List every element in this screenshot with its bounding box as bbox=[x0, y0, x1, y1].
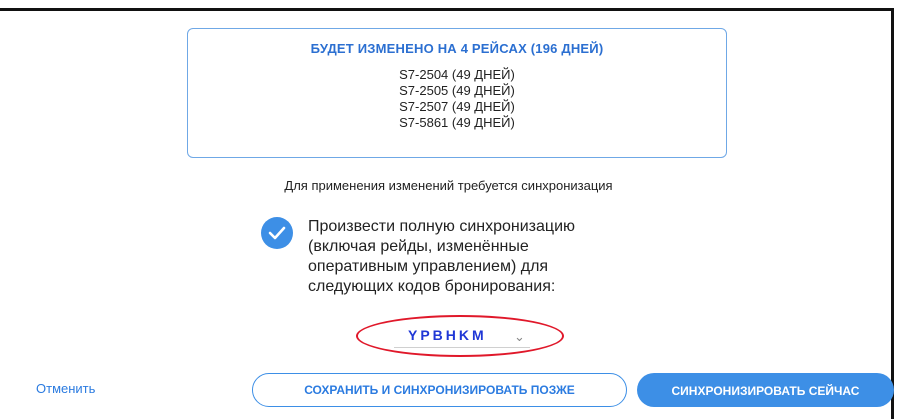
booking-codes-value: YPBHKM bbox=[408, 327, 487, 343]
flight-item: S7-5861 (49 ДНЕЙ) bbox=[399, 115, 515, 130]
chevron-down-icon: ⌄ bbox=[514, 329, 525, 344]
full-sync-label-line: следующих кодов бронирования: bbox=[308, 278, 556, 295]
save-and-sync-later-button[interactable]: СОХРАНИТЬ И СИНХРОНИЗИРОВАТЬ ПОЗЖЕ bbox=[252, 373, 627, 407]
full-sync-label: Произвести полную синхронизацию (включая… bbox=[308, 217, 638, 297]
booking-codes-select[interactable]: YPBHKM ⌄ bbox=[356, 315, 564, 357]
flight-list: S7-2504 (49 ДНЕЙ) S7-2505 (49 ДНЕЙ) S7-2… bbox=[188, 67, 726, 131]
sync-now-button[interactable]: СИНХРОНИЗИРОВАТЬ СЕЙЧАС bbox=[637, 373, 894, 407]
flight-item: S7-2504 (49 ДНЕЙ) bbox=[399, 67, 515, 82]
flight-item: S7-2507 (49 ДНЕЙ) bbox=[399, 99, 515, 114]
changes-summary-title: БУДЕТ ИЗМЕНЕНО НА 4 РЕЙСАХ (196 ДНЕЙ) bbox=[310, 41, 604, 56]
sync-required-message: Для применения изменений требуется синхр… bbox=[284, 178, 613, 193]
checkmark-icon bbox=[268, 226, 286, 240]
full-sync-checkbox[interactable] bbox=[261, 217, 293, 249]
cancel-link[interactable]: Отменить bbox=[36, 381, 95, 396]
full-sync-label-line: оперативным управлением) для bbox=[308, 258, 549, 275]
changes-summary-box: БУДЕТ ИЗМЕНЕНО НА 4 РЕЙСАХ (196 ДНЕЙ) S7… bbox=[187, 28, 727, 158]
flight-item: S7-2505 (49 ДНЕЙ) bbox=[399, 83, 515, 98]
full-sync-label-line: (включая рейды, изменённые bbox=[308, 238, 529, 255]
select-underline bbox=[394, 347, 530, 348]
full-sync-label-line: Произвести полную синхронизацию bbox=[308, 218, 576, 235]
